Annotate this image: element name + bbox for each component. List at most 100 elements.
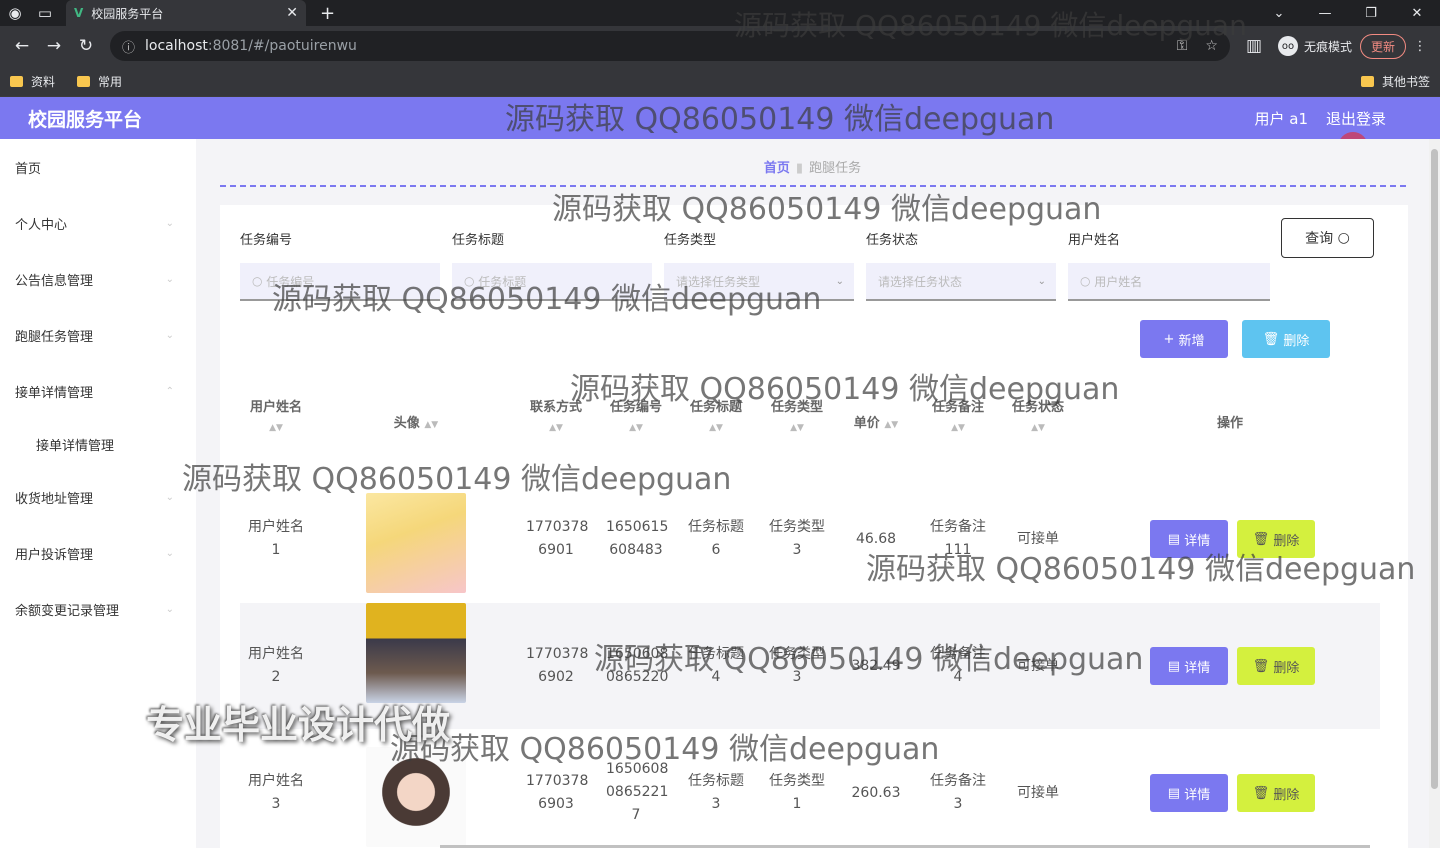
tab-search-icon[interactable]: ⌄ [1256,6,1302,21]
browser-menu-icon[interactable]: ⋮ [1406,39,1434,54]
divider [220,185,1406,187]
filter-bar: 任务编号 ○ 任务编号 任务标题 ○ 任务标题 任务类型 请选择任务类型 ⌄ 任务… [240,229,1282,301]
chevron-down-icon: ⌄ [835,275,844,287]
filter-task-no: 任务编号 ○ 任务编号 [240,229,440,301]
user-name-input[interactable]: ○ 用户姓名 [1068,263,1270,301]
sort-icon[interactable]: ▲▼ [246,423,306,433]
minimize-icon[interactable]: — [1302,6,1348,21]
url-input[interactable]: ⓘ localhost:8081/#/paotuirenwu ⚿ ☆ [110,31,1230,61]
sort-icon[interactable]: ▲▼ [526,423,586,433]
document-icon: ▤ [1167,531,1185,547]
filter-label: 任务编号 [240,233,293,248]
column-operations: 操作 [1216,416,1243,431]
cell-task-type: 任务类型 1 [769,773,825,812]
new-tab-icon[interactable]: + [320,3,335,24]
sort-icon[interactable]: ▲▼ [1008,423,1068,433]
column-remark[interactable]: 任务备注 ▲▼ [928,396,988,433]
detail-button[interactable]: ▤ 详情 [1150,774,1228,812]
cell-task-title: 任务标题 6 [688,519,744,558]
url-host: localhost [145,38,208,54]
sort-icon[interactable]: ▲▼ [928,423,988,433]
sidebar-item-addresses[interactable]: 收货地址管理 ⌄ [0,469,196,525]
search-icon: ○ [1080,274,1095,288]
filter-task-title: 任务标题 ○ 任务标题 [452,229,652,301]
update-button[interactable]: 更新 [1359,33,1406,59]
star-icon[interactable]: ☆ [1205,38,1218,54]
sidebar-item-errand-tasks[interactable]: 跑腿任务管理 ⌄ [0,307,196,363]
incognito-label: 无痕模式 [1303,39,1352,54]
sidebar-item-order-details[interactable]: 接单详情管理 ⌃ [0,363,196,419]
breadcrumb-home[interactable]: 首页 [764,161,790,176]
sort-icon[interactable]: ▲▼ [767,423,827,433]
logout-link[interactable]: 退出登录 [1326,108,1386,129]
column-task-no[interactable]: 任务编号 ▲▼ [606,396,666,433]
vertical-scrollbar[interactable] [1429,139,1440,848]
breadcrumb-current: 跑腿任务 [809,161,862,176]
avatar [366,493,466,593]
batch-delete-button[interactable]: 🗑 删除 [1242,320,1330,358]
scrollbar-thumb[interactable] [1431,149,1438,789]
detail-button[interactable]: ▤ 详情 [1150,520,1228,558]
cell-user-name: 用户姓名 1 [248,519,304,558]
vue-logo-icon: V [74,6,84,20]
sort-icon[interactable]: ▲▼ [884,420,898,430]
cell-task-no: 1650615 608483 [606,519,669,558]
column-price[interactable]: 单价 ▲▼ [846,412,906,431]
back-icon[interactable]: ← [6,36,38,56]
sort-icon[interactable]: ▲▼ [686,423,746,433]
info-icon[interactable]: ⓘ [122,37,135,56]
cell-user-name: 用户姓名 2 [248,646,304,685]
delete-button[interactable]: 🗑 删除 [1237,647,1315,685]
search-button[interactable]: 查询 ○ [1281,218,1374,258]
sidebar-item-announcements[interactable]: 公告信息管理 ⌄ [0,251,196,307]
sidebar-item-complaints[interactable]: 用户投诉管理 ⌄ [0,525,196,581]
cell-phone: 1770378 6901 [526,519,589,558]
column-user-name[interactable]: 用户姓名 ▲▼ [246,396,306,433]
delete-button[interactable]: 🗑 删除 [1237,520,1315,558]
forward-icon[interactable]: → [38,36,70,56]
cell-status: 可接单 [1017,785,1059,801]
column-task-type[interactable]: 任务类型 ▲▼ [767,396,827,433]
column-avatar[interactable]: 头像 ▲▼ [386,412,446,431]
bookmark-folder[interactable]: 资料 [10,73,55,90]
window-icon[interactable]: ▭ [30,4,60,22]
task-title-input[interactable]: ○ 任务标题 [452,263,652,301]
breadcrumb-separator-icon: ▮ [795,161,804,176]
add-button[interactable]: + 新增 [1140,320,1228,358]
sidepanel-icon[interactable]: ▥ [1238,36,1270,56]
search-icon: ○ [252,274,267,288]
column-status[interactable]: 任务状态 ▲▼ [1008,396,1068,433]
chevron-down-icon: ⌄ [165,273,174,285]
task-table: 用户姓名 ▲▼ 头像 ▲▼ 联系方式 ▲▼ 任务编号 ▲▼ 任务标题 ▲▼ 任务类型 ▲▼… [240,386,1380,847]
brand-title: 校园服务平台 [28,108,143,131]
task-type-select[interactable]: 请选择任务类型 ⌄ [664,263,854,301]
cell-remark: 任务备注 111 [930,519,986,558]
bookmark-folder[interactable]: 常用 [77,73,122,90]
breadcrumb: 首页 ▮ 跑腿任务 [196,157,1429,176]
address-bar: ← → ↻ ⓘ localhost:8081/#/paotuirenwu ⚿ ☆… [0,26,1440,66]
key-icon[interactable]: ⚿ [1177,38,1188,54]
sidebar-item-personal-center[interactable]: 个人中心 ⌄ [0,195,196,251]
incognito-indicator[interactable]: oo 无痕模式 [1277,36,1352,56]
column-task-title[interactable]: 任务标题 ▲▼ [686,396,746,433]
promo-watermark: 专业毕业设计代做 [146,703,451,747]
close-window-icon[interactable]: ✕ [1394,6,1440,21]
other-bookmarks[interactable]: 其他书签 [1360,66,1430,97]
restore-icon[interactable]: ❐ [1348,6,1394,21]
tab-close-icon[interactable]: ✕ [286,5,298,21]
sidebar-item-balance-records[interactable]: 余额变更记录管理 ⌄ [0,581,196,637]
cell-remark: 任务备注 4 [930,646,986,685]
sort-icon[interactable]: ▲▼ [606,423,666,433]
delete-button[interactable]: 🗑 删除 [1237,774,1315,812]
detail-button[interactable]: ▤ 详情 [1150,647,1228,685]
sidebar-item-home[interactable]: 首页 [0,139,196,195]
sort-icon[interactable]: ▲▼ [424,420,438,430]
sidebar-subitem-order-details[interactable]: 接单详情管理 [0,419,196,469]
column-phone[interactable]: 联系方式 ▲▼ [526,396,586,433]
browser-tab[interactable]: V 校园服务平台 ✕ [66,0,306,26]
task-status-select[interactable]: 请选择任务状态 ⌄ [866,263,1056,301]
task-no-input[interactable]: ○ 任务编号 [240,263,440,301]
globe-icon[interactable]: ◉ [0,4,30,22]
filter-user-name: 用户姓名 ○ 用户姓名 [1068,229,1270,301]
reload-icon[interactable]: ↻ [70,36,102,56]
